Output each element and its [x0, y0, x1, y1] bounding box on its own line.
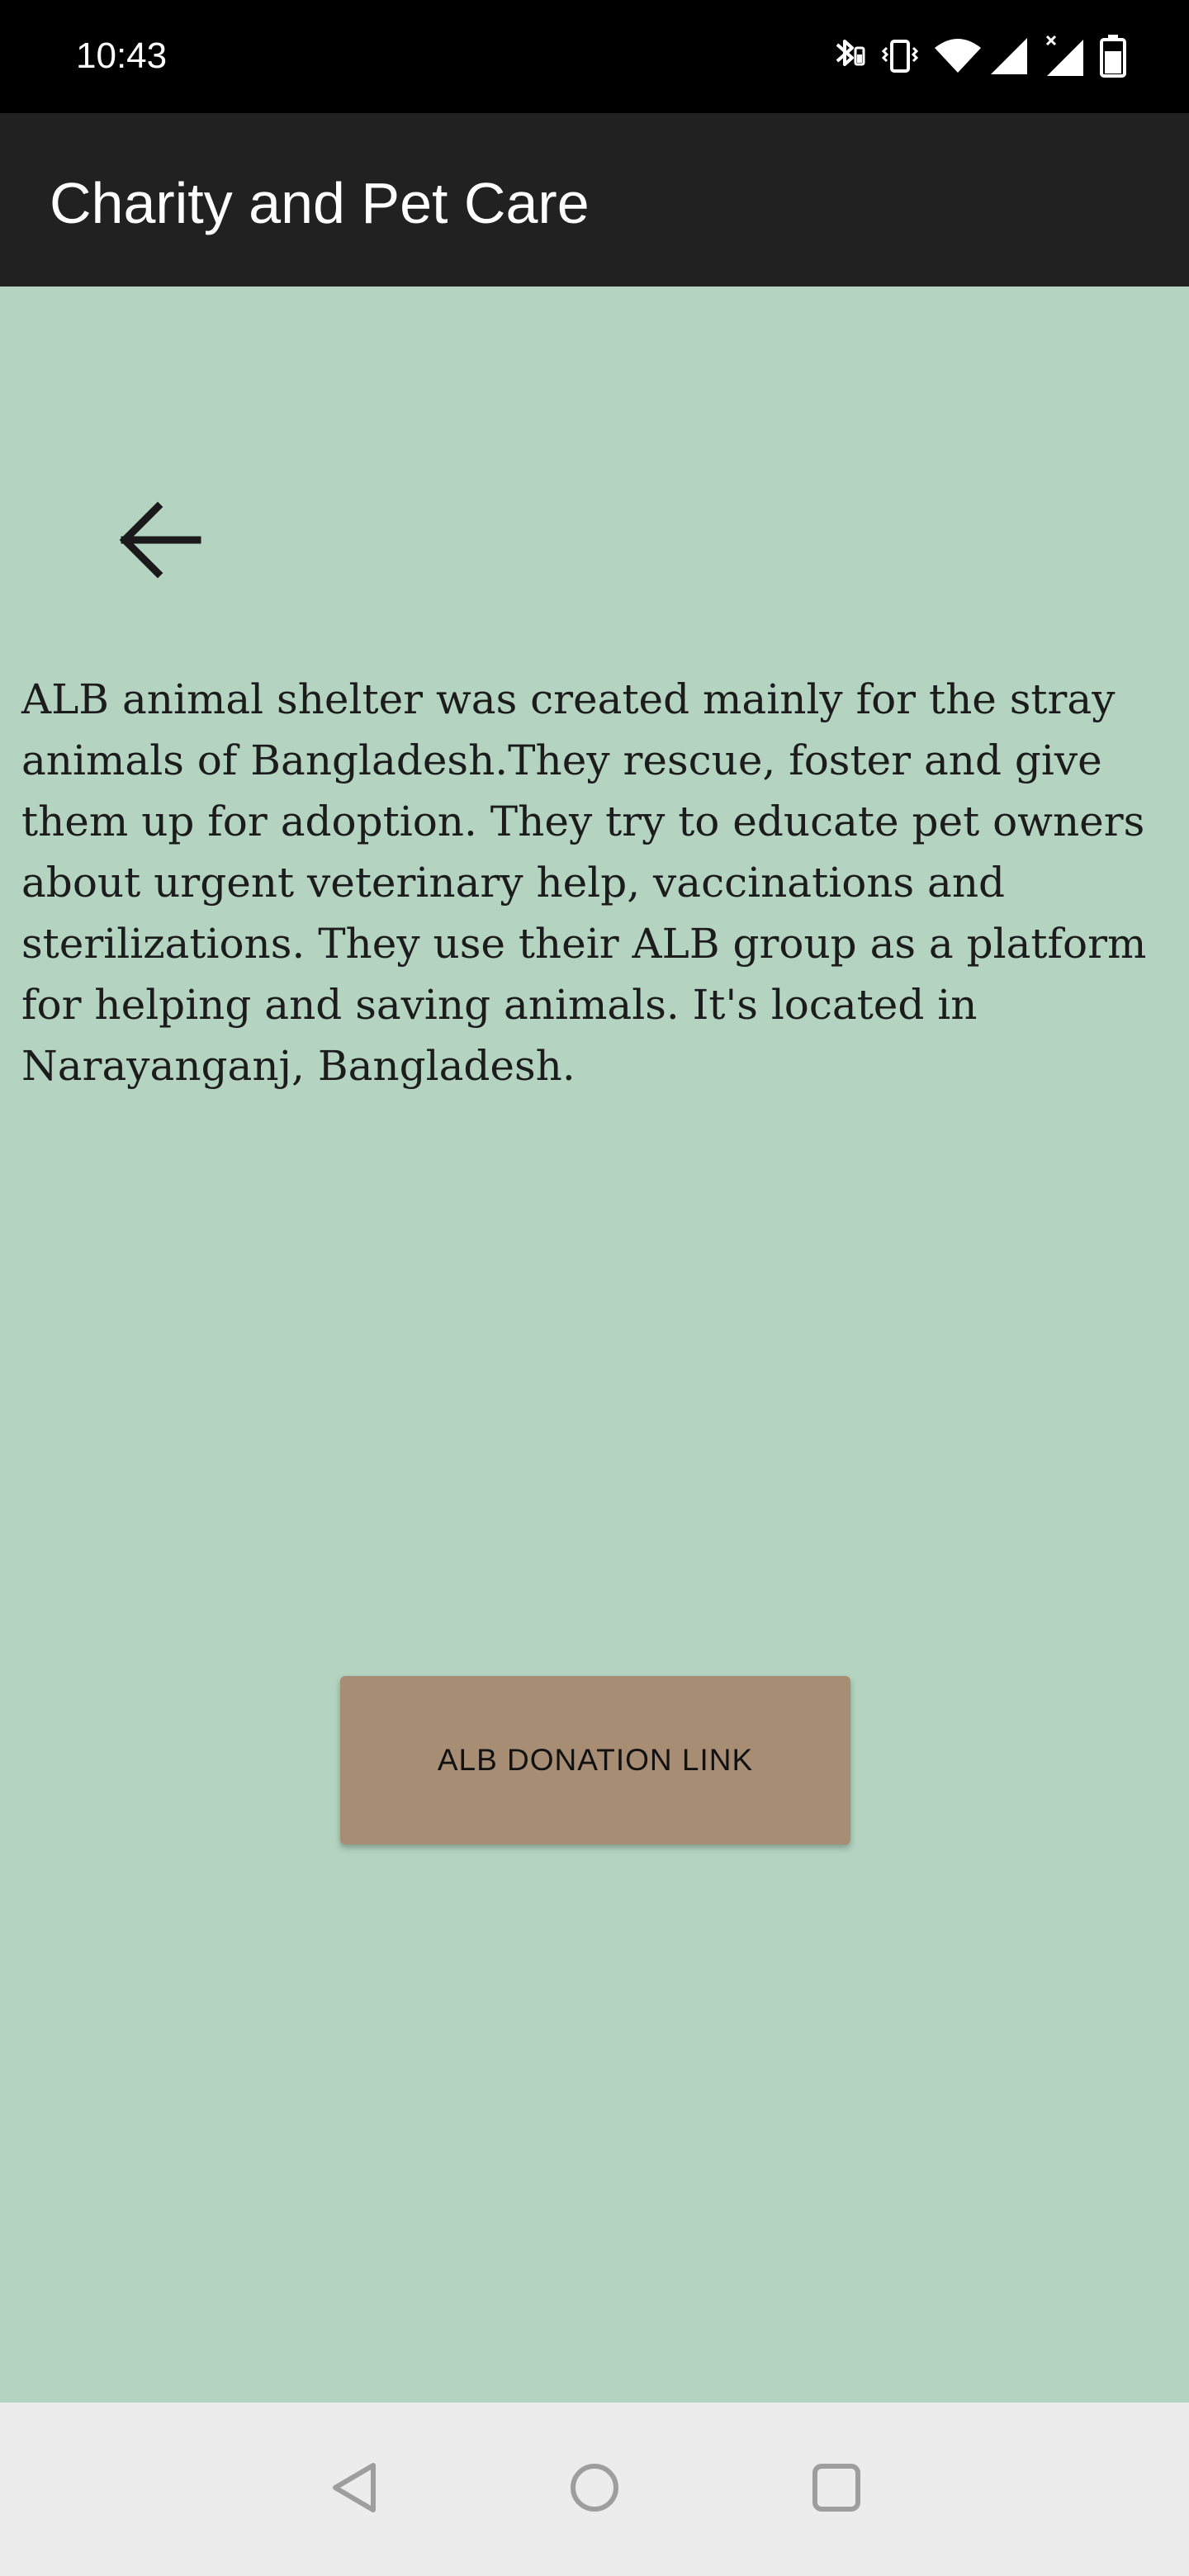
nav-back-icon [325, 2459, 383, 2521]
nav-recents-icon [808, 2459, 865, 2521]
donation-link-button[interactable]: ALB DONATION LINK [340, 1676, 850, 1844]
status-bar: 10:43 [0, 0, 1189, 113]
donation-link-label: ALB DONATION LINK [437, 1743, 754, 1777]
arrow-back-icon [115, 495, 206, 590]
shelter-description: ALB animal shelter was created mainly fo… [21, 675, 1147, 1090]
signal-no-data-icon [1042, 33, 1085, 79]
vibrate-icon [879, 33, 921, 79]
back-button[interactable] [102, 484, 218, 599]
battery-icon [1097, 33, 1139, 79]
nav-recents-button[interactable] [791, 2444, 882, 2535]
nav-back-button[interactable] [309, 2444, 400, 2535]
content-area [0, 286, 1189, 2403]
nav-home-icon [566, 2459, 623, 2521]
status-icons [824, 31, 1139, 81]
signal-icon [988, 33, 1030, 79]
status-time: 10:43 [76, 36, 168, 76]
app-title: Charity and Pet Care [50, 171, 590, 235]
wifi-icon [933, 33, 981, 79]
nav-home-button[interactable] [549, 2444, 640, 2535]
bluetooth-icon [824, 33, 867, 79]
